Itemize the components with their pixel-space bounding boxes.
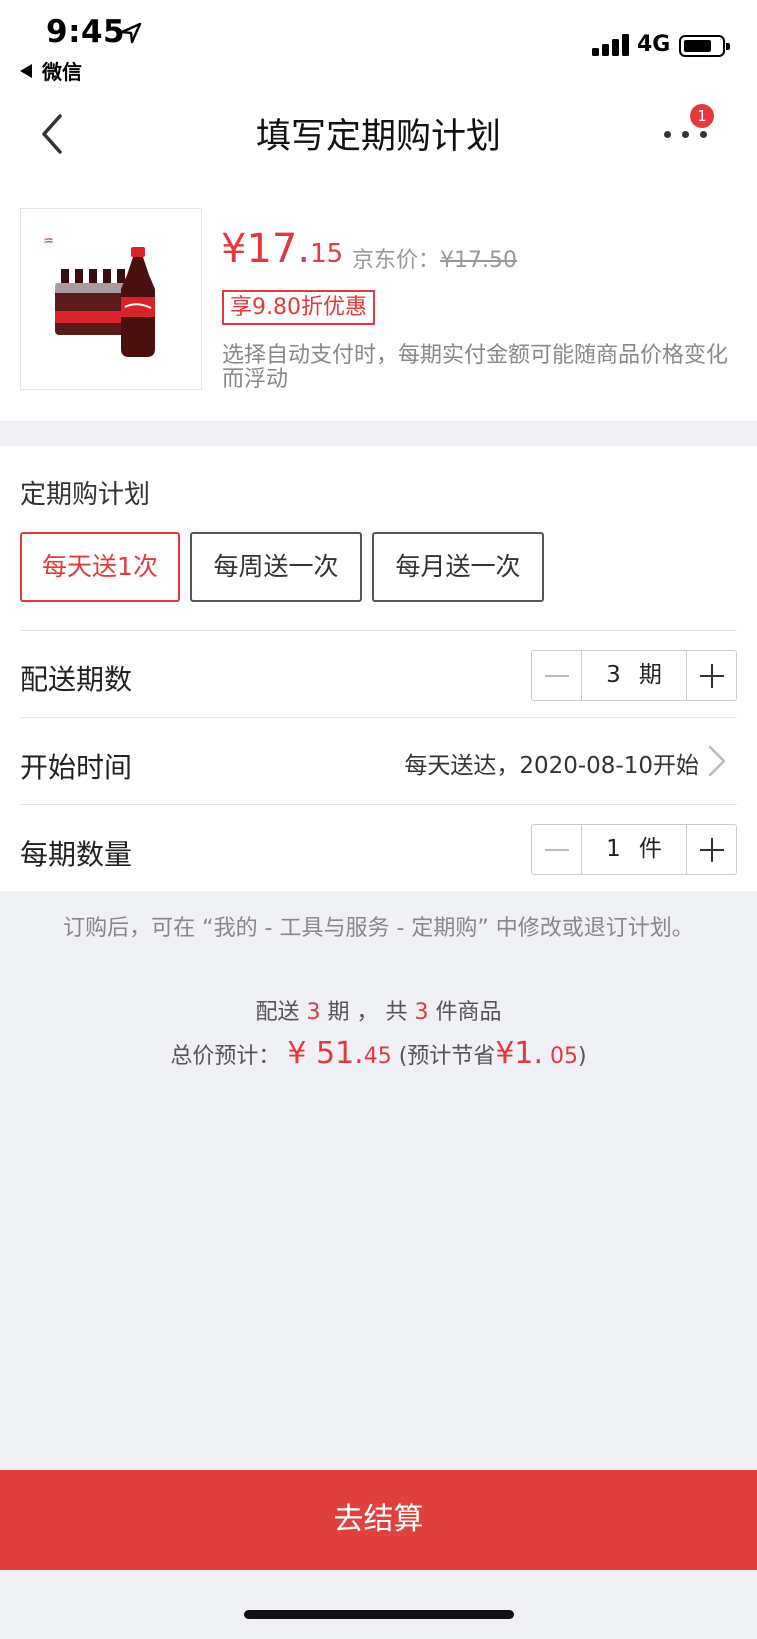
quantity-stepper: 1件	[531, 824, 737, 875]
plan-title: 定期购计划	[20, 480, 151, 510]
periods-unit: 期	[638, 662, 662, 688]
back-app-label: 微信	[42, 60, 82, 84]
home-indicator[interactable]	[244, 1610, 514, 1619]
total-price: ¥ 51.45	[287, 1036, 392, 1071]
network-type: 4G	[637, 32, 671, 57]
summary-mid: 期 ， 共	[327, 1000, 408, 1025]
minus-icon	[545, 849, 569, 851]
nav-bar: 填写定期购计划 1	[0, 88, 757, 180]
quantity-number: 1	[606, 836, 621, 862]
back-to-app[interactable]: 微信	[20, 56, 82, 85]
price-main: ¥17.	[221, 226, 311, 272]
option-monthly[interactable]: 每月送一次	[372, 532, 544, 602]
minus-icon	[545, 675, 569, 677]
chevron-right-icon[interactable]	[705, 742, 729, 780]
start-time-value[interactable]: 每天送达，2020-08-10开始	[404, 746, 699, 780]
battery-icon	[679, 35, 730, 57]
periods-stepper: 3期	[531, 650, 737, 701]
jd-price: 京东价：¥17.50	[352, 242, 517, 274]
summary-prefix: 配送	[255, 1000, 300, 1025]
checkout-button[interactable]: 去结算	[0, 1470, 757, 1570]
jd-price-value: ¥17.50	[440, 248, 517, 273]
summary-periods: 3	[306, 1000, 321, 1025]
delivery-summary: 配送 3 期 ， 共 3 件商品	[0, 994, 757, 1026]
quantity-plus-button[interactable]	[686, 825, 736, 874]
divider	[20, 630, 737, 631]
periods-minus-button[interactable]	[532, 651, 582, 700]
status-bar: 9:45 微信 4G	[0, 0, 757, 88]
quantity-unit: 件	[638, 836, 662, 862]
page-title: 填写定期购计划	[255, 117, 501, 157]
cellular-signal-icon	[592, 34, 630, 56]
periods-number: 3	[606, 662, 621, 688]
status-time: 9:45	[46, 14, 126, 50]
total-label: 总价预计：	[170, 1044, 281, 1069]
cola-product-image: ♒	[21, 209, 201, 389]
total-main: ¥ 51.	[287, 1036, 364, 1071]
discount-tag: 享9.80折优惠	[222, 290, 375, 325]
current-price: ¥17.15	[221, 226, 343, 272]
location-arrow-icon	[120, 22, 142, 44]
price-decimal: 15	[310, 239, 344, 269]
start-time-label: 开始时间	[20, 751, 133, 784]
divider	[20, 717, 737, 718]
save-amount: ¥1. 05	[495, 1036, 579, 1071]
quantity-label: 每期数量	[20, 838, 133, 871]
save-decimal: 05	[550, 1044, 579, 1069]
product-image: ♒	[20, 208, 202, 390]
periods-label: 配送期数	[20, 663, 133, 696]
summary-items: 3	[414, 1000, 429, 1025]
summary-suffix: 件商品	[435, 1000, 502, 1025]
jd-price-label: 京东价：	[352, 248, 441, 273]
total-summary: 总价预计： ¥ 51.45 (预计节省¥1. 05)	[0, 1036, 757, 1071]
quantity-minus-button[interactable]	[532, 825, 582, 874]
quantity-value[interactable]: 1件	[582, 825, 686, 874]
periods-value[interactable]: 3期	[582, 651, 686, 700]
modify-hint: 订购后，可在 “我的 - 工具与服务 - 定期购” 中修改或退订计划。	[63, 916, 694, 941]
save-main: ¥1.	[495, 1036, 544, 1071]
notification-badge: 1	[690, 104, 714, 128]
plan-section: 定期购计划 每天送1次 每周送一次 每月送一次 配送期数 3期 开始时间 每天送…	[0, 446, 757, 891]
save-suffix: )	[578, 1044, 587, 1069]
option-daily[interactable]: 每天送1次	[20, 532, 180, 602]
periods-plus-button[interactable]	[686, 651, 736, 700]
back-triangle-icon	[20, 64, 32, 78]
svg-text:♒: ♒	[43, 234, 54, 248]
save-prefix: (预计节省	[398, 1044, 496, 1069]
product-card: ♒ ¥17.15 京东价：¥17.50 享9.80折优惠 选择自动支付时，每期实…	[0, 180, 757, 421]
price-note: 选择自动支付时，每期实付金额可能随商品价格变化而浮动	[222, 343, 729, 392]
option-weekly[interactable]: 每周送一次	[190, 532, 362, 602]
total-decimal: 45	[363, 1044, 392, 1069]
divider	[20, 804, 737, 805]
